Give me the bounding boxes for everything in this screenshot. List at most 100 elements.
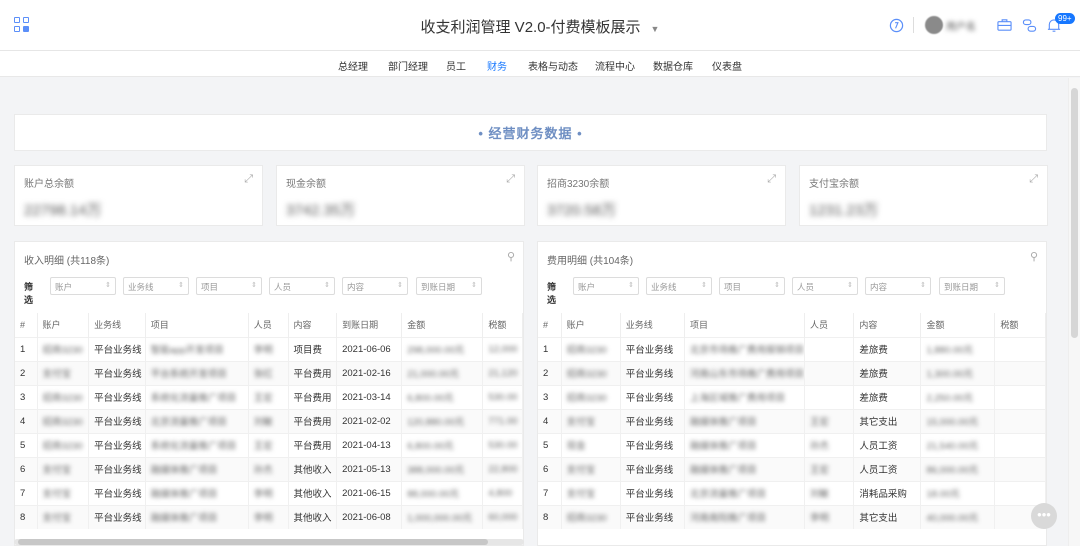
cell-text: 差旅费: [859, 369, 888, 380]
filter-person[interactable]: 人员: [792, 277, 858, 295]
table-row[interactable]: 1 招商3230 平台业务线 智能app开发项目 李明 项目费 2021-06-06 298,…: [15, 336, 523, 361]
search-icon[interactable]: ⚲: [507, 250, 515, 263]
filter-account[interactable]: 账户: [50, 277, 116, 295]
cell-text: 招商3230: [566, 513, 607, 525]
link-icon[interactable]: [1019, 15, 1039, 35]
tab-tables-dynamics[interactable]: 表格与动态: [528, 58, 578, 73]
column-header[interactable]: 内容: [853, 313, 922, 337]
column-header[interactable]: 内容: [288, 313, 338, 337]
tab-general-manager[interactable]: 总经理: [338, 58, 368, 73]
table-cell: 388,000.00元: [401, 456, 484, 481]
column-header[interactable]: 项目: [145, 313, 249, 337]
table-cell: 86,000.00元: [920, 456, 996, 481]
table-cell: [994, 408, 1046, 433]
tab-process-center[interactable]: 流程中心: [595, 58, 635, 73]
table-cell: 李明: [248, 504, 289, 529]
table-cell: 6,800.00元: [401, 432, 484, 457]
vertical-scrollbar[interactable]: [1068, 78, 1080, 546]
column-header[interactable]: 人员: [804, 313, 855, 337]
table-cell: 融媒体推广项目: [684, 408, 806, 433]
table-row[interactable]: 6 支付宝 平台业务线 融媒体推广项目 王宏 人员工资 86,000.00元: [538, 456, 1046, 481]
table-row[interactable]: 3 招商3230 平台业务线 系统化流量推广项目 王宏 平台费用 2021-03-14 6,8…: [15, 384, 523, 409]
column-header[interactable]: 账户: [561, 313, 621, 337]
expand-icon[interactable]: ⤢: [244, 173, 253, 186]
table-row[interactable]: 4 支付宝 平台业务线 融媒体推广项目 王宏 其它支出 15,000.00元: [538, 408, 1046, 433]
expand-icon[interactable]: ⤢: [767, 173, 776, 186]
cell-text: 河南南阳推广项目: [690, 513, 767, 525]
tab-department-manager[interactable]: 部门经理: [388, 58, 428, 73]
column-header[interactable]: #: [15, 313, 38, 337]
column-header[interactable]: 金额: [401, 313, 484, 337]
scrollbar-thumb[interactable]: [1071, 88, 1078, 338]
column-header[interactable]: 税额: [482, 313, 523, 337]
tab-dashboard[interactable]: 仪表盘: [712, 58, 742, 73]
info-icon[interactable]: [886, 15, 906, 35]
column-header[interactable]: 到账日期: [336, 313, 403, 337]
table-row[interactable]: 4 招商3230 平台业务线 北京流量推广项目 刘敏 平台费用 2021-02-02 120,…: [15, 408, 523, 433]
table-row[interactable]: 8 招商3230 平台业务线 河南南阳推广项目 李明 其它支出 40,000.00元: [538, 504, 1046, 529]
stat-card-bank-balance: 招商3230余额 3720.58万 ⤢: [537, 165, 786, 226]
table-row[interactable]: 6 支付宝 平台业务线 融媒体推广项目 孙杰 其他收入 2021-05-13 388,000.…: [15, 456, 523, 481]
table-cell: 平台费用: [288, 408, 338, 433]
cell-text: 招商3230: [42, 417, 83, 428]
column-header[interactable]: 税额: [994, 313, 1046, 337]
cell-text: 21,000.00元: [407, 369, 459, 380]
table-cell: 招商3230: [37, 336, 90, 361]
column-header[interactable]: 业务线: [88, 313, 146, 337]
tab-employee[interactable]: 员工: [446, 58, 466, 73]
search-icon[interactable]: ⚲: [1030, 250, 1038, 263]
table-cell: 支付宝: [561, 408, 621, 433]
filter-business-line[interactable]: 业务线: [123, 277, 189, 295]
table-row[interactable]: 2 支付宝 平台业务线 平台系统开发项目 张红 平台费用 2021-02-16 21,000.…: [15, 360, 523, 385]
table-row[interactable]: 8 支付宝 平台业务线 融媒体推广项目 李明 其他收入 2021-06-08 1,000,00…: [15, 504, 523, 529]
filter-project[interactable]: 项目: [719, 277, 785, 295]
table-cell: 平台系统开发项目: [145, 360, 249, 385]
filter-arrival-date[interactable]: 到账日期: [416, 277, 482, 295]
avatar[interactable]: [925, 16, 943, 34]
table-row[interactable]: 5 现金 平台业务线 融媒体推广项目 孙杰 人员工资 21,540.00元: [538, 432, 1046, 457]
table-cell: 王宏: [804, 408, 855, 433]
cell-text: 1: [543, 343, 549, 355]
table-row[interactable]: 7 支付宝 平台业务线 融媒体推广项目 李明 其他收入 2021-06-15 88,000.0…: [15, 480, 523, 505]
filter-project[interactable]: 项目: [196, 277, 262, 295]
scrollbar-thumb[interactable]: [18, 539, 488, 545]
tab-finance[interactable]: 财务: [486, 58, 508, 81]
table-cell: 北京流量推广项目: [145, 408, 249, 433]
cell-text: 88,000.00元: [407, 489, 459, 500]
table-row[interactable]: 5 招商3230 平台业务线 系统化流量推广项目 王宏 平台费用 2021-04-13 6,8…: [15, 432, 523, 457]
column-header[interactable]: 人员: [248, 313, 289, 337]
filter-arrival-date[interactable]: 到账日期: [939, 277, 1005, 295]
tab-data-warehouse[interactable]: 数据仓库: [653, 58, 693, 73]
cell-text: 平台业务线: [94, 345, 142, 356]
table-row[interactable]: 1 招商3230 平台业务线 北京市场推广费用报销项目 差旅费 1,880.00元: [538, 336, 1046, 361]
horizontal-scrollbar[interactable]: [14, 539, 524, 545]
filter-content[interactable]: 内容: [865, 277, 931, 295]
table-row[interactable]: 7 支付宝 平台业务线 北京流量推广项目 刘敏 消耗品采购 18.00元: [538, 480, 1046, 505]
column-header[interactable]: 项目: [684, 313, 806, 337]
table-cell: 2021-05-13: [336, 456, 403, 481]
more-button[interactable]: •••: [1031, 503, 1057, 529]
column-header[interactable]: 金额: [920, 313, 996, 337]
apps-icon[interactable]: [14, 17, 30, 33]
expand-icon[interactable]: ⤢: [1029, 173, 1038, 186]
table-row[interactable]: 2 招商3230 平台业务线 河南山东市场推广费用项目 差旅费 1,300.00元: [538, 360, 1046, 385]
username[interactable]: 用户名: [946, 18, 976, 33]
table-row[interactable]: 3 招商3230 平台业务线 上海区域推广费用项目 差旅费 2,250.00元: [538, 384, 1046, 409]
column-header[interactable]: 账户: [37, 313, 90, 337]
cell-text: 项目费: [293, 345, 323, 356]
filter-business-line[interactable]: 业务线: [646, 277, 712, 295]
filter-account[interactable]: 账户: [573, 277, 639, 295]
filter-content[interactable]: 内容: [342, 277, 408, 295]
column-header[interactable]: #: [538, 313, 562, 337]
filter-person[interactable]: 人员: [269, 277, 335, 295]
column-header[interactable]: 业务线: [620, 313, 686, 337]
briefcase-icon[interactable]: [994, 15, 1014, 35]
cell-text: 招商3230: [42, 345, 83, 356]
expand-icon[interactable]: ⤢: [506, 173, 515, 186]
cell-text: 李明: [253, 513, 273, 525]
chevron-down-icon[interactable]: ▼: [651, 24, 660, 34]
table-cell: 上海区域推广费用项目: [684, 384, 806, 409]
app-title[interactable]: 收支利润管理 V2.0-付费模板展示: [421, 19, 641, 36]
table-cell: 2021-03-14: [336, 384, 403, 409]
table-cell: 21,000.00元: [401, 360, 484, 385]
